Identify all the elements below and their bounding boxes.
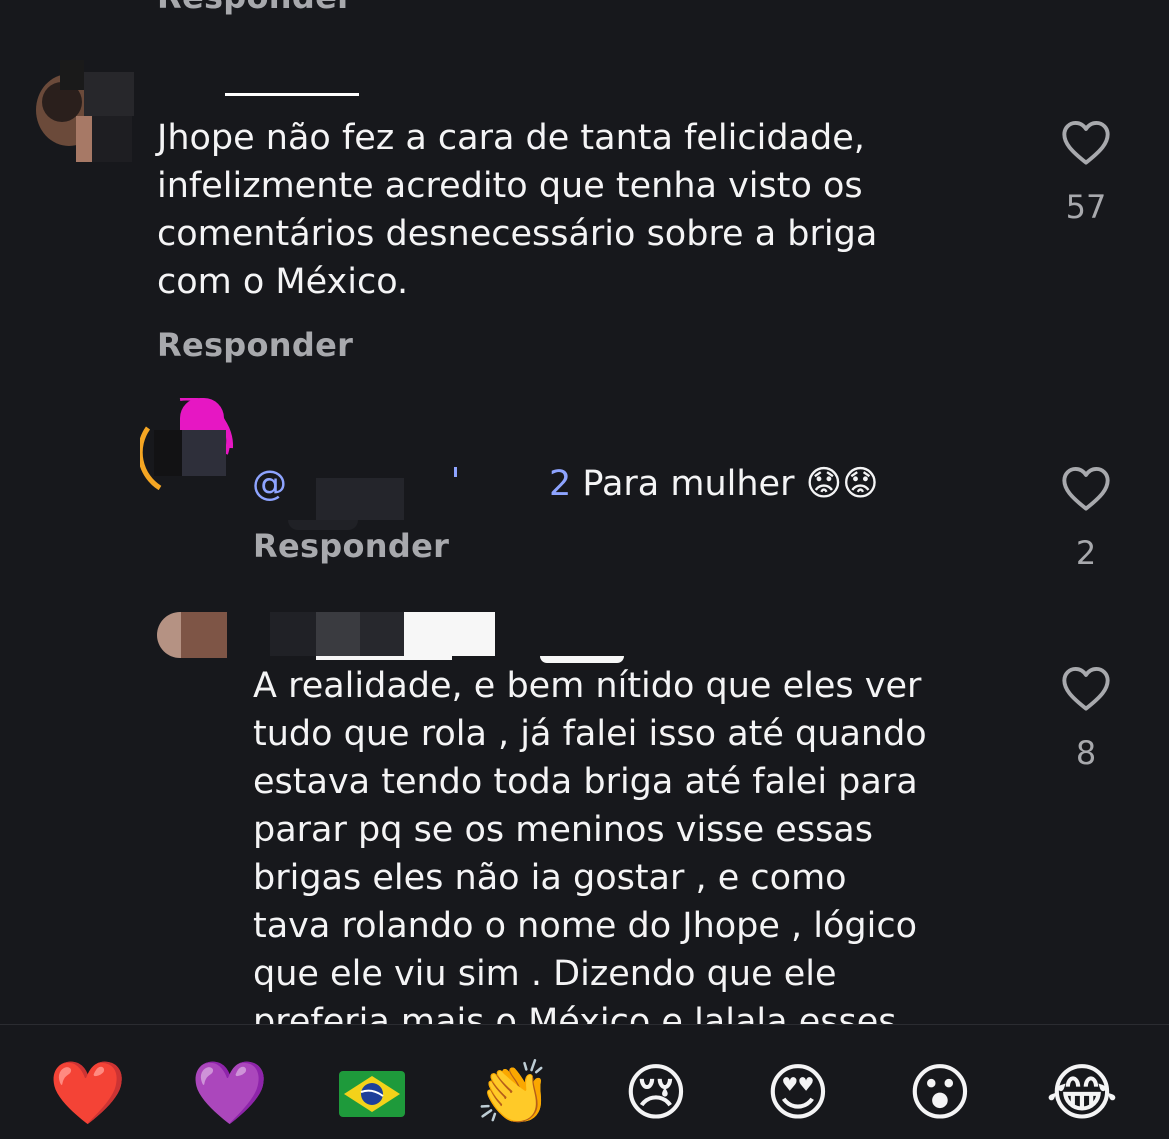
brazil-flag-emoji-button[interactable] <box>330 1057 414 1129</box>
surprised-face-emoji-button[interactable]: 😮 <box>898 1057 982 1129</box>
mention-suffix[interactable]: 2 <box>549 464 571 504</box>
like-count: 57 <box>1065 188 1107 226</box>
mention-link[interactable]: @ <box>252 464 287 504</box>
heart-eyes-emoji-button[interactable]: 😍 <box>756 1057 840 1129</box>
crying-face-emoji-button[interactable]: 😢 <box>614 1057 698 1129</box>
heart-icon[interactable] <box>1060 464 1112 512</box>
brazil-flag-icon <box>339 1071 405 1117</box>
like-count: 2 <box>1075 534 1097 572</box>
comment-text: A realidade, e bem nítido que eles ver t… <box>253 666 927 1042</box>
like-group: 2 <box>1046 464 1126 572</box>
red-heart-emoji-button[interactable]: ❤️ <box>46 1057 130 1129</box>
avatar[interactable] <box>36 60 136 162</box>
purple-heart-emoji-button[interactable]: 💜 <box>188 1057 272 1129</box>
worried-face-emoji: 😟😟 <box>805 464 879 504</box>
avatar-story-ring[interactable] <box>140 398 236 490</box>
comment-text: @2 Para mulher 😟😟 <box>252 464 879 504</box>
comment-text: Jhope não fez a cara de tanta felicidade… <box>157 118 878 302</box>
tears-of-joy-emoji-button[interactable]: 😂 <box>1040 1057 1124 1129</box>
heart-icon[interactable] <box>1060 118 1112 166</box>
username-redacted <box>225 93 359 96</box>
avatar[interactable] <box>157 612 227 658</box>
heart-icon[interactable] <box>1060 664 1112 712</box>
like-group: 8 <box>1046 664 1126 772</box>
emoji-reaction-bar: ❤️ 💜 👏 😢 😍 😮 😂 <box>0 1024 1169 1139</box>
like-count: 8 <box>1075 734 1097 772</box>
reply-button-previous[interactable]: Responder <box>157 0 353 16</box>
clapping-hands-emoji-button[interactable]: 👏 <box>472 1057 556 1129</box>
reply-button[interactable]: Responder <box>157 326 353 364</box>
like-group: 57 <box>1046 118 1126 226</box>
reply-button[interactable]: Responder <box>253 527 449 565</box>
